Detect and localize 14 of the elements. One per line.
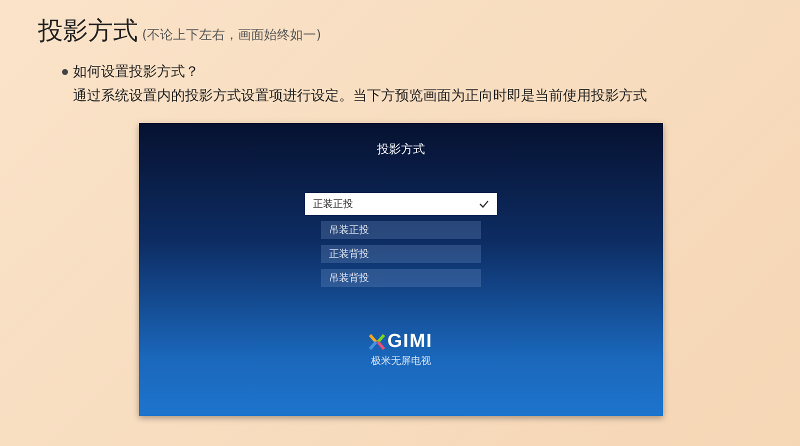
description-text: 通过系统设置内的投影方式设置项进行设定。当下方预览画面为正向时即是当前使用投影方式	[73, 87, 648, 105]
logo-text: GIMI	[387, 331, 433, 353]
option-item[interactable]: 吊装正投	[321, 221, 481, 239]
slide-title: 投影方式	[38, 15, 138, 47]
check-icon	[479, 200, 489, 208]
logo-tagline: 极米无屏电视	[371, 354, 431, 368]
option-item[interactable]: 正装背投	[321, 245, 481, 263]
option-item[interactable]: 正装正投	[305, 193, 497, 215]
bullet-icon	[62, 69, 68, 75]
slide-subtitle: (不论上下左右，画面始终如一)	[142, 27, 322, 44]
option-item[interactable]: 吊装背投	[321, 269, 481, 287]
screen-title: 投影方式	[377, 141, 425, 158]
x-mark-icon	[369, 334, 386, 350]
bullet-text: 如何设置投影方式？	[73, 63, 199, 81]
